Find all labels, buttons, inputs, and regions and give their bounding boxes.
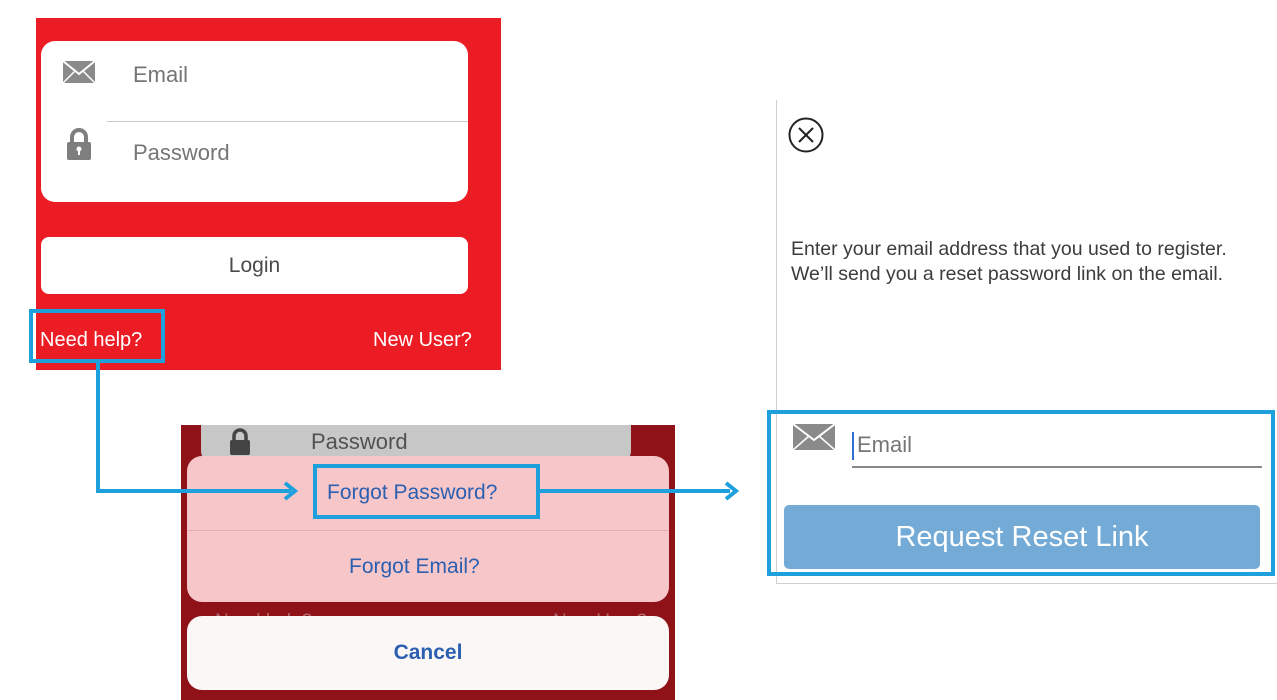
password-placeholder-behind: Password [311, 429, 408, 454]
cancel-button[interactable]: Cancel [187, 616, 669, 690]
flow-connector-vertical [96, 363, 100, 493]
close-circle-icon[interactable] [787, 116, 825, 159]
sheet-divider [187, 530, 669, 531]
reset-form-highlight [767, 410, 1275, 576]
new-user-link[interactable]: New User? [373, 329, 472, 352]
login-form-card [41, 41, 468, 202]
flow-connector-right [540, 489, 730, 493]
password-input[interactable] [131, 134, 455, 172]
lock-icon [65, 127, 93, 166]
flow-connector-horizontal [96, 489, 291, 493]
forgot-email-option[interactable]: Forgot Email? [349, 555, 480, 579]
email-input[interactable] [131, 56, 455, 94]
arrow-right-icon [282, 481, 299, 506]
need-help-highlight [29, 309, 165, 363]
arrow-right-icon [723, 481, 740, 506]
forgot-password-highlight [313, 464, 540, 519]
reset-instructions: Enter your email address that you used t… [791, 238, 1227, 285]
form-divider [107, 121, 468, 122]
envelope-icon [62, 60, 96, 89]
login-button[interactable]: Login [41, 237, 468, 294]
